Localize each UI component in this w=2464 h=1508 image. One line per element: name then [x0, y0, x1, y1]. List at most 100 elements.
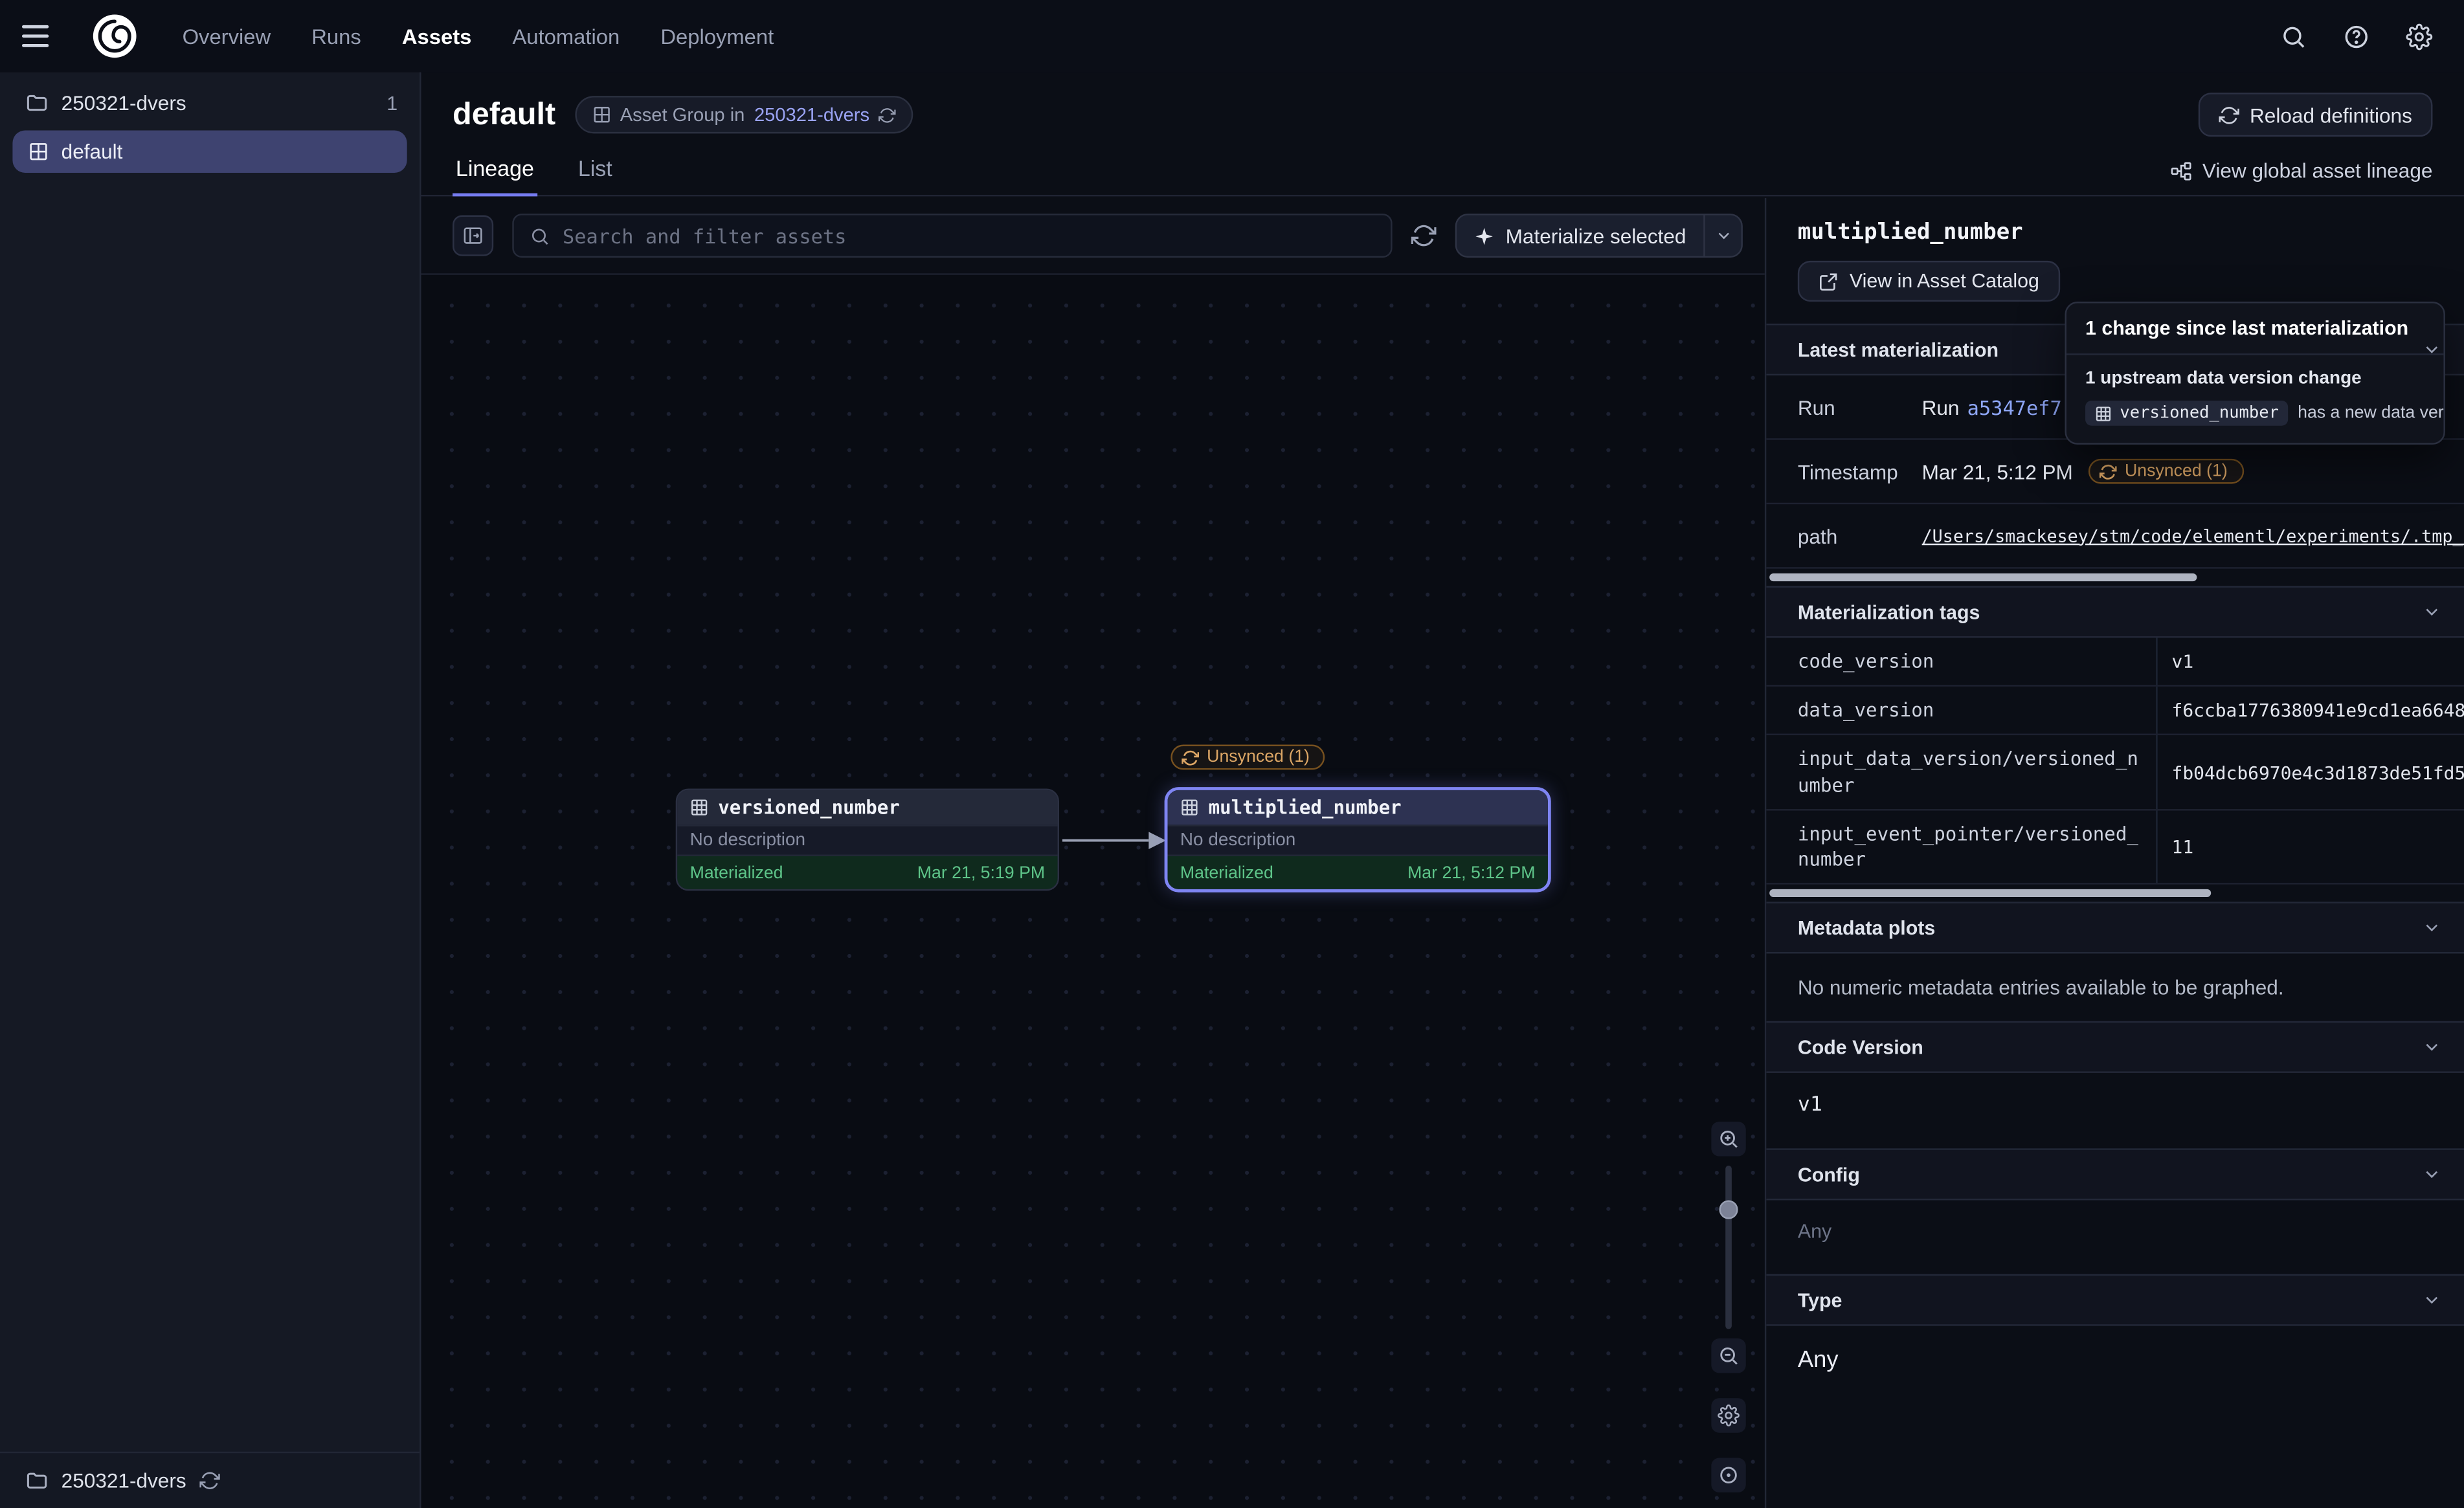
view-in-asset-catalog-button[interactable]: View in Asset Catalog [1798, 261, 2060, 302]
graph-settings-button[interactable] [1711, 1398, 1745, 1432]
materialize-dropdown-button[interactable] [1703, 216, 1741, 256]
sidebar-group-count: 1 [386, 92, 398, 114]
section-heading: Metadata plots [1798, 917, 1935, 939]
sync-icon [879, 106, 897, 124]
page-header: default Asset Group in 250321-dvers Relo… [421, 72, 2464, 143]
folder-icon [25, 91, 49, 115]
asset-node-status: Materialized [1180, 863, 1273, 882]
tag-value: 11 [2158, 810, 2464, 883]
asset-group-badge[interactable]: Asset Group in 250321-dvers [574, 96, 913, 133]
kv-row-path: path /Users/smackesey/stm/code/elementl/… [1766, 504, 2464, 569]
path-link[interactable]: /Users/smackesey/stm/code/elementl/exper… [1922, 526, 2464, 546]
asset-node-versioned-number[interactable]: versioned_number No description Material… [676, 789, 1059, 891]
sidebar-item-label: default [62, 140, 123, 163]
zoom-out-icon [1718, 1345, 1740, 1367]
sidebar-footer: 250321-dvers [0, 1452, 420, 1508]
chevron-down-icon [2421, 602, 2442, 623]
section-heading: Materialization tags [1798, 601, 1980, 623]
asset-group-icon [592, 105, 610, 124]
section-metadata-plots[interactable]: Metadata plots [1766, 902, 2464, 954]
lineage-toolbar: Materialize selected [421, 198, 1765, 275]
tab-list[interactable]: List [575, 143, 616, 197]
zoom-slider[interactable] [1725, 1166, 1732, 1329]
tag-key: input_data_version/versioned_number [1766, 736, 2157, 809]
refresh-graph-icon[interactable] [1411, 223, 1437, 249]
asset-chip-versioned-number[interactable]: versioned_number [2085, 401, 2289, 426]
asset-node-timestamp: Mar 21, 5:12 PM [1407, 863, 1535, 882]
settings-button[interactable] [2395, 12, 2442, 60]
nav-item-runs[interactable]: Runs [311, 25, 361, 48]
tag-row: input_data_version/versioned_number fb04… [1766, 736, 2464, 810]
search-button[interactable] [2269, 12, 2316, 60]
recenter-button[interactable] [1711, 1458, 1745, 1492]
menu-icon[interactable] [22, 14, 66, 58]
sidebar-group-name: 250321-dvers [62, 91, 186, 115]
view-global-asset-lineage-link[interactable]: View global asset lineage [2169, 159, 2433, 196]
unsynced-icon [1182, 749, 1199, 766]
materialize-selected-button[interactable]: Materialize selected [1457, 216, 1703, 256]
toggle-sidebar-button[interactable] [453, 216, 493, 256]
type-value: Any [1766, 1326, 2464, 1404]
chevron-down-icon [2421, 1290, 2442, 1311]
zoom-in-icon [1718, 1128, 1740, 1150]
section-type[interactable]: Type [1766, 1274, 2464, 1326]
recenter-icon [1718, 1464, 1740, 1486]
asset-search-box[interactable] [512, 214, 1393, 258]
tag-value: fb04dcb6970e4c3d1873de51fd5a5 [2158, 736, 2464, 809]
chevron-down-icon [2421, 339, 2442, 360]
asset-node-name: versioned_number [718, 797, 900, 819]
lineage-edge-arrow [1062, 828, 1169, 853]
section-heading: Code Version [1798, 1036, 1923, 1058]
metadata-plots-empty-text: No numeric metadata entries available to… [1766, 954, 2464, 1021]
asset-node-status: Materialized [690, 863, 783, 882]
dagster-app: Overview Runs Assets Automation Deployme… [0, 0, 2464, 1508]
badge-group-link[interactable]: 250321-dvers [754, 104, 869, 126]
section-materialization-tags[interactable]: Materialization tags [1766, 586, 2464, 638]
lineage-view: Materialize selected Unsynced (1) [421, 198, 1765, 1508]
chevron-down-icon [1714, 227, 1732, 245]
catalog-button-label: View in Asset Catalog [1850, 270, 2039, 292]
tag-value: f6ccba1776380941e9cd1ea66481d [2158, 687, 2464, 734]
panel-toggle-icon [462, 225, 484, 247]
sidebar-group-row[interactable]: 250321-dvers 1 [0, 72, 420, 128]
asset-chip-label: versioned_number [2120, 404, 2279, 423]
popover-subtitle: 1 upstream data version change [2066, 355, 2444, 396]
badge-prefix: Asset Group in [620, 104, 745, 126]
tab-lineage[interactable]: Lineage [453, 143, 537, 197]
zoom-in-button[interactable] [1711, 1122, 1745, 1156]
search-input[interactable] [563, 224, 1375, 247]
sidebar-item-default[interactable]: default [12, 130, 407, 173]
chevron-down-icon [2421, 918, 2442, 938]
run-id-link[interactable]: a5347ef7 [1967, 395, 2062, 418]
popover-change-text: has a new data version [2298, 404, 2445, 423]
help-button[interactable] [2332, 12, 2379, 60]
run-prefix: Run [1922, 395, 1960, 418]
section-config[interactable]: Config [1766, 1149, 2464, 1201]
section-code-version[interactable]: Code Version [1766, 1021, 2464, 1073]
node-unsynced-badge[interactable]: Unsynced (1) [1170, 745, 1325, 770]
reload-definitions-button[interactable]: Reload definitions [2198, 93, 2433, 137]
nav-item-overview[interactable]: Overview [183, 25, 271, 48]
code-version-value: v1 [1766, 1073, 2464, 1149]
top-nav: Overview Runs Assets Automation Deployme… [0, 0, 2464, 72]
asset-table-icon [690, 798, 709, 817]
reload-location-icon[interactable] [199, 1470, 219, 1491]
panel-unsynced-badge[interactable]: Unsynced (1) [2089, 459, 2243, 484]
dagster-logo-icon[interactable] [91, 12, 139, 60]
tag-row: data_version f6ccba1776380941e9cd1ea6648… [1766, 687, 2464, 736]
nav-item-automation[interactable]: Automation [512, 25, 620, 48]
asset-node-description: No description [677, 825, 1057, 856]
asset-node-multiplied-number[interactable]: multiplied_number No description Materia… [1166, 789, 1549, 891]
materialize-split-button: Materialize selected [1455, 214, 1743, 258]
popover-title: 1 change since last materialization [2066, 303, 2444, 355]
horizontal-scrollbar[interactable] [1769, 573, 2197, 581]
nav-item-deployment[interactable]: Deployment [660, 25, 774, 48]
materialize-icon [1474, 225, 1495, 246]
folder-icon [25, 1469, 49, 1492]
horizontal-scrollbar[interactable] [1769, 889, 2211, 897]
nav-item-assets[interactable]: Assets [402, 25, 471, 48]
zoom-slider-handle[interactable] [1719, 1200, 1738, 1219]
zoom-out-button[interactable] [1711, 1338, 1745, 1373]
lineage-canvas[interactable]: Unsynced (1) versioned_number No descrip… [421, 275, 1765, 1508]
unsynced-badge-label: Unsynced (1) [2125, 462, 2228, 481]
